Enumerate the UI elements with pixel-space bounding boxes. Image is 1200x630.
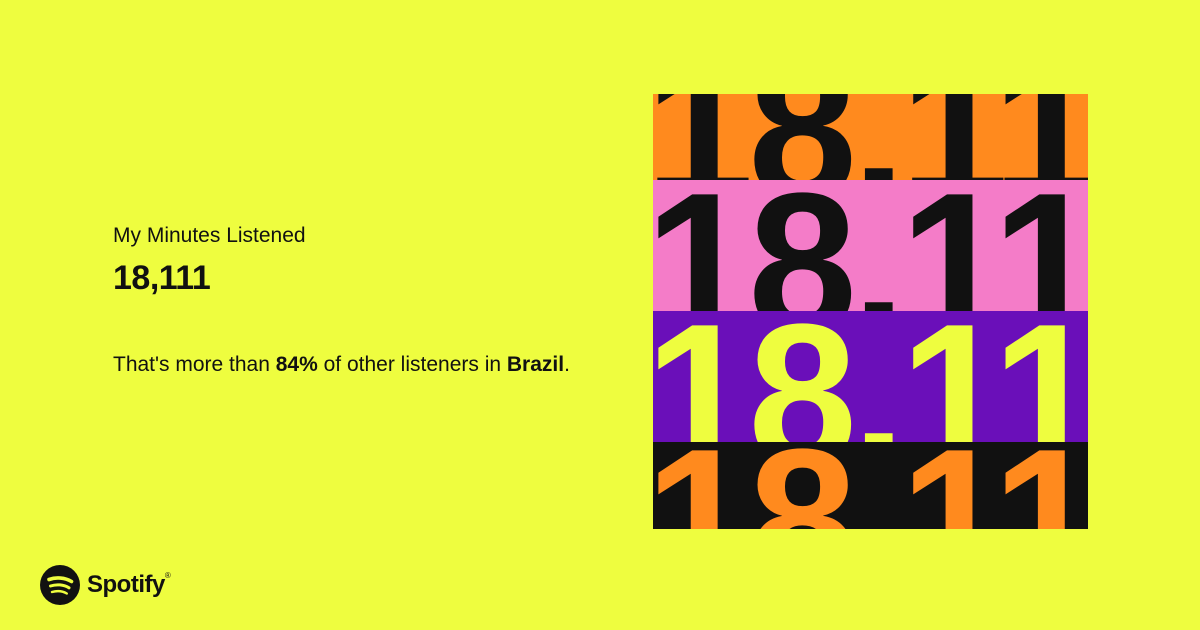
- artwork-band-3: 18,111: [653, 311, 1088, 442]
- trademark-mark: ®: [164, 571, 171, 580]
- artwork-band-1-text: 18,111: [653, 94, 1088, 180]
- minutes-artwork: 18,111 18,111 18,111 18,111: [653, 94, 1088, 529]
- spotify-wordmark: Spotify®: [87, 571, 171, 599]
- comparison-country: Brazil: [506, 353, 565, 376]
- spotify-wordmark-text: Spotify: [87, 571, 165, 598]
- artwork-band-2: 18,111: [653, 180, 1088, 311]
- comparison-suffix: .: [564, 353, 570, 376]
- stat-panel: My Minutes Listened 18,111 That's more t…: [113, 222, 613, 380]
- artwork-band-4-text: 18,111: [653, 442, 1088, 529]
- spotify-logo-icon: [40, 565, 80, 605]
- stat-label: My Minutes Listened: [113, 224, 306, 247]
- artwork-band-1: 18,111: [653, 94, 1088, 180]
- artwork-band-2-text: 18,111: [653, 180, 1088, 311]
- comparison-text: That's more than 84% of other listeners …: [113, 350, 593, 380]
- stat-value: 18,111: [113, 259, 211, 297]
- comparison-prefix: That's more than: [113, 353, 276, 376]
- artwork-band-4: 18,111: [653, 442, 1088, 529]
- comparison-percent: 84%: [275, 353, 318, 376]
- comparison-middle: of other listeners in: [317, 353, 507, 376]
- artwork-band-3-text: 18,111: [653, 311, 1088, 442]
- spotify-brand: Spotify®: [40, 565, 171, 605]
